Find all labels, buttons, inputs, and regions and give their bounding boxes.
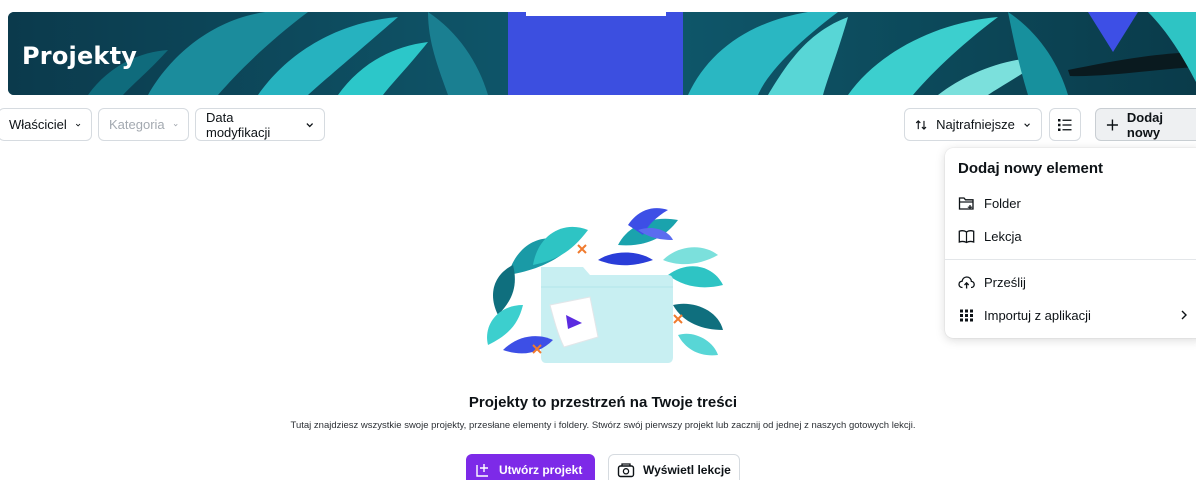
menu-item-upload[interactable]: Prześlij <box>945 267 1196 297</box>
date-modified-filter-label: Data modyfikacji <box>206 109 271 140</box>
chevron-down-icon <box>75 123 81 127</box>
create-project-label: Utwórz projekt <box>499 463 583 477</box>
add-new-label: Dodaj nowy <box>1126 109 1163 140</box>
menu-item-label: Importuj z aplikacji <box>984 307 1091 323</box>
menu-item-label: Folder <box>984 195 1021 211</box>
banner-illustration <box>8 12 1196 95</box>
cloud-upload-icon <box>958 275 975 288</box>
new-design-icon <box>476 464 488 477</box>
chevron-down-icon <box>305 122 313 127</box>
menu-item-label: Lekcja <box>984 228 1022 244</box>
menu-item-lesson[interactable]: Lekcja <box>945 221 1196 251</box>
chevron-right-icon <box>1181 310 1187 320</box>
sort-label: Najtrafniejsze <box>936 117 1015 132</box>
menu-divider <box>945 259 1196 260</box>
menu-item-import-from-app[interactable]: Importuj z aplikacji <box>945 300 1196 330</box>
empty-state-description: Tutaj znajdziesz wszystkie swoje projekt… <box>290 420 916 431</box>
chevron-down-icon <box>1024 122 1030 127</box>
date-modified-filter[interactable]: Data modyfikacji <box>195 108 325 141</box>
create-project-button[interactable]: Utwórz projekt <box>466 454 595 480</box>
menu-item-label: Prześlij <box>984 274 1026 290</box>
menu-title: Dodaj nowy element <box>958 160 1104 177</box>
grid-apps-icon <box>960 309 973 321</box>
page-banner: Projekty <box>8 12 1196 95</box>
empty-state-title: Projekty to przestrzeń na Twoje treści <box>468 394 738 411</box>
add-new-menu: Dodaj nowy element Folder Lekcja Prześli… <box>945 148 1196 338</box>
book-icon <box>958 229 975 243</box>
lesson-icon <box>617 463 635 478</box>
owner-filter-label: Właściciel <box>9 117 67 132</box>
folder-plus-icon <box>958 196 974 210</box>
view-lessons-label: Wyświetl lekcje <box>643 463 731 477</box>
owner-filter[interactable]: Właściciel <box>0 108 92 141</box>
plus-icon <box>1106 118 1118 131</box>
list-view-toggle[interactable] <box>1049 108 1081 141</box>
chevron-down-icon <box>173 123 178 126</box>
category-filter-label: Kategoria <box>109 117 165 132</box>
view-lessons-button[interactable]: Wyświetl lekcje <box>608 454 740 480</box>
list-icon <box>1058 118 1072 131</box>
category-filter[interactable]: Kategoria <box>98 108 189 141</box>
sort-dropdown[interactable]: Najtrafniejsze <box>904 108 1042 141</box>
add-new-button[interactable]: Dodaj nowy <box>1095 108 1196 141</box>
menu-item-folder[interactable]: Folder <box>945 188 1196 218</box>
page-title: Projekty <box>22 42 138 70</box>
empty-folder-illustration <box>487 208 723 363</box>
sort-arrows-icon <box>915 119 927 130</box>
